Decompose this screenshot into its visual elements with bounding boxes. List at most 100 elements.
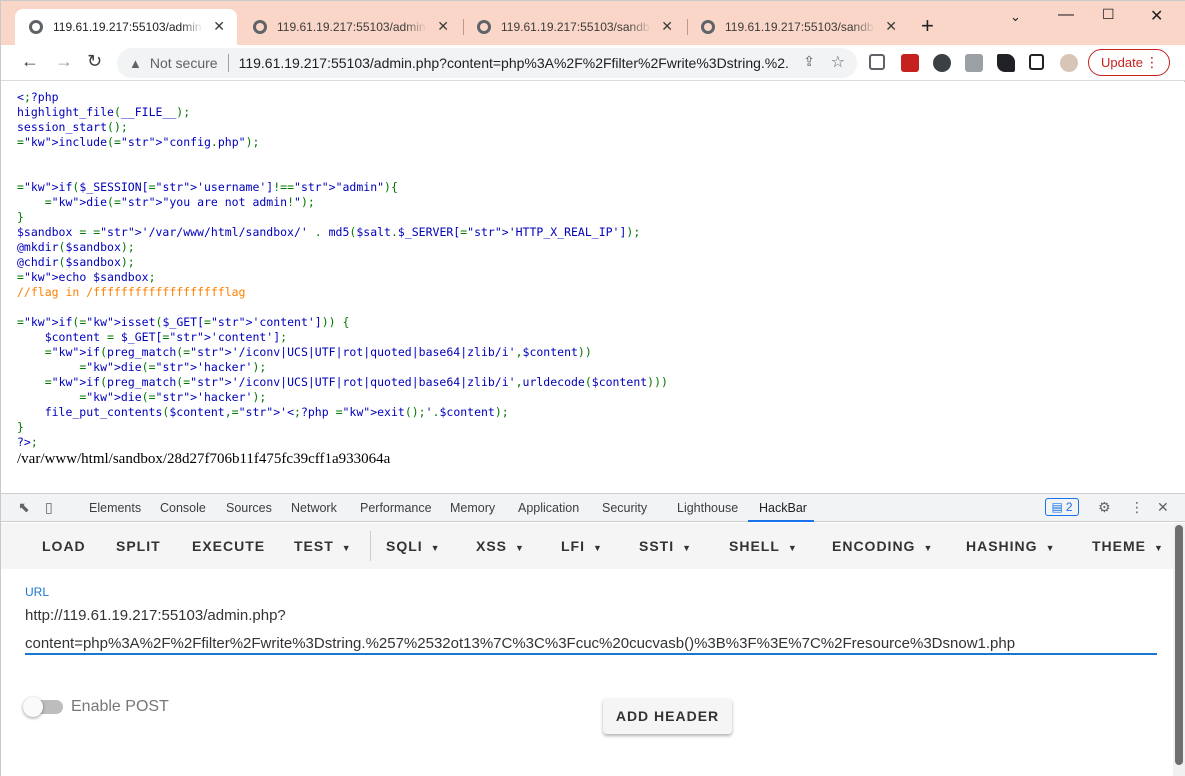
- close-icon[interactable]: ✕: [661, 18, 673, 35]
- forward-icon[interactable]: →: [55, 51, 73, 72]
- code-line: $content = $_GET[="str">'content'];: [17, 330, 288, 344]
- test-menu[interactable]: TEST ▼: [294, 538, 352, 554]
- add-header-button[interactable]: ADD HEADER: [603, 698, 732, 734]
- caret-down-icon: ▼: [1154, 543, 1164, 553]
- ublock-icon[interactable]: [901, 54, 919, 72]
- tab-network[interactable]: Network: [291, 501, 337, 515]
- code-line: ?>;: [17, 435, 38, 449]
- code-line: ="kw">include(="str">"config.php");: [17, 135, 260, 149]
- tab-lighthouse[interactable]: Lighthouse: [677, 501, 738, 515]
- minimize-icon[interactable]: —: [1058, 6, 1074, 24]
- code-line: ="kw">die(="str">'hacker');: [79, 360, 267, 374]
- toolbar: ← → ↻ ▲ Not secure 119.61.19.217:55103/a…: [1, 45, 1185, 81]
- url-text[interactable]: 119.61.19.217:55103/admin.php?content=ph…: [239, 55, 789, 71]
- share-icon[interactable]: ⇪: [803, 53, 815, 70]
- globe-icon: [29, 20, 43, 34]
- tab-security[interactable]: Security: [602, 501, 647, 515]
- code-line: }: [17, 210, 24, 224]
- tab-application[interactable]: Application: [518, 501, 579, 515]
- sqli-menu[interactable]: SQLI ▼: [386, 538, 441, 554]
- execute-button[interactable]: EXECUTE: [192, 538, 265, 554]
- close-icon[interactable]: ✕: [885, 18, 897, 35]
- caret-down-icon: ▼: [787, 543, 798, 553]
- avatar[interactable]: [1060, 54, 1078, 72]
- more-options-icon[interactable]: ⋮: [1130, 499, 1144, 516]
- theme-menu[interactable]: THEME ▼: [1092, 538, 1164, 554]
- caret-down-icon: ▼: [341, 543, 352, 553]
- close-devtools-icon[interactable]: ✕: [1157, 499, 1169, 516]
- code-line: ="kw">die(="str">"you are not admin!");: [44, 195, 315, 209]
- reload-icon[interactable]: ↻: [87, 51, 102, 72]
- hashing-menu[interactable]: HASHING ▼: [966, 538, 1055, 554]
- enable-post-label: Enable POST: [71, 698, 169, 715]
- divider: [227, 54, 229, 72]
- issues-badge[interactable]: ▤ 2: [1045, 498, 1079, 516]
- tab-admin-2[interactable]: 119.61.19.217:55103/admin.php ✕: [239, 9, 461, 45]
- tab-title: 119.61.19.217:55103/admin.php: [53, 20, 203, 34]
- split-button[interactable]: SPLIT: [116, 538, 161, 554]
- settings-gear-icon[interactable]: ⚙: [1098, 499, 1111, 516]
- new-tab-button[interactable]: +: [921, 13, 934, 39]
- close-icon[interactable]: ✕: [213, 18, 225, 35]
- enable-post-toggle[interactable]: [23, 697, 63, 717]
- code-line: ="kw">echo $sandbox;: [17, 270, 156, 284]
- inspect-icon[interactable]: ⬉: [18, 499, 30, 516]
- shell-label: SHELL: [729, 538, 780, 554]
- back-icon[interactable]: ←: [21, 51, 39, 72]
- sandbox-output: /var/www/html/sandbox/28d27f706b11f475fc…: [17, 451, 391, 467]
- execute-label: EXECUTE: [192, 538, 266, 554]
- url-textarea[interactable]: http://119.61.19.217:55103/admin.php? co…: [25, 602, 1157, 658]
- maximize-icon[interactable]: ☐: [1102, 6, 1115, 23]
- theme-label: THEME: [1092, 538, 1146, 554]
- url-field-underline: [25, 653, 1157, 655]
- xss-menu[interactable]: XSS ▼: [476, 538, 525, 554]
- encoding-menu[interactable]: ENCODING ▼: [832, 538, 933, 554]
- tab-performance[interactable]: Performance: [360, 501, 432, 515]
- caret-down-icon: ▼: [515, 543, 525, 553]
- puzzle-icon[interactable]: [997, 54, 1015, 72]
- tab-sources[interactable]: Sources: [226, 501, 272, 515]
- caret-down-icon: ▼: [682, 543, 693, 553]
- tab-title: 119.61.19.217:55103/admin.php: [277, 20, 427, 34]
- hackbar-menu: LOAD SPLIT EXECUTE TEST ▼ SQLI ▼ XSS ▼ LFI ▼…: [1, 523, 1173, 569]
- scrollbar-thumb[interactable]: [1175, 525, 1183, 765]
- update-button[interactable]: Update ⋮: [1088, 49, 1170, 76]
- tab-memory[interactable]: Memory: [450, 501, 495, 515]
- window-close-icon[interactable]: ✕: [1150, 6, 1163, 26]
- lfi-label: LFI: [561, 538, 585, 554]
- camera-icon[interactable]: [965, 54, 983, 72]
- shell-menu[interactable]: SHELL ▼: [729, 538, 798, 554]
- extension-circle-icon[interactable]: [933, 54, 951, 72]
- tab-admin-1[interactable]: 119.61.19.217:55103/admin.php ✕: [15, 9, 237, 45]
- code-line: <;?php: [17, 90, 59, 104]
- lfi-menu[interactable]: LFI ▼: [561, 538, 603, 554]
- issues-count: 2: [1065, 500, 1073, 514]
- tab-search-icon[interactable]: ⌄: [1010, 9, 1021, 25]
- code-line: ="kw">if(preg_match(="str">'/iconv|UCS|U…: [44, 345, 592, 359]
- code-line: highlight_file(__FILE__);: [17, 105, 191, 119]
- scrollbar[interactable]: [1173, 523, 1185, 776]
- tab-sandbox-2[interactable]: 119.61.19.217:55103/sandbox/28d ✕: [687, 9, 909, 45]
- side-panel-icon[interactable]: [1029, 54, 1044, 70]
- reader-icon[interactable]: [869, 54, 885, 70]
- page-content: <;?php highlight_file(__FILE__); session_s…: [1, 82, 1185, 493]
- close-icon[interactable]: ✕: [437, 18, 449, 35]
- tab-console[interactable]: Console: [160, 501, 206, 515]
- device-toolbar-icon[interactable]: ▯: [45, 499, 53, 516]
- load-button[interactable]: LOAD: [42, 538, 86, 554]
- code-line: $sandbox = ="str">'/var/www/html/sandbox…: [17, 225, 641, 239]
- bookmark-star-icon[interactable]: ☆: [831, 52, 845, 72]
- address-bar[interactable]: ▲ Not secure 119.61.19.217:55103/admin.p…: [117, 48, 857, 78]
- warning-icon: ▲: [129, 55, 142, 71]
- encoding-label: ENCODING: [832, 538, 916, 554]
- code-line: file_put_contents($content,="str">'<;?ph…: [17, 405, 509, 419]
- tab-hackbar[interactable]: HackBar: [759, 501, 807, 515]
- tab-elements[interactable]: Elements: [89, 501, 141, 515]
- load-label: LOAD: [42, 538, 86, 554]
- xss-label: XSS: [476, 538, 508, 554]
- ssti-menu[interactable]: SSTI ▼: [639, 538, 692, 554]
- tab-sandbox-1[interactable]: 119.61.19.217:55103/sandbox/28d ✕: [463, 9, 685, 45]
